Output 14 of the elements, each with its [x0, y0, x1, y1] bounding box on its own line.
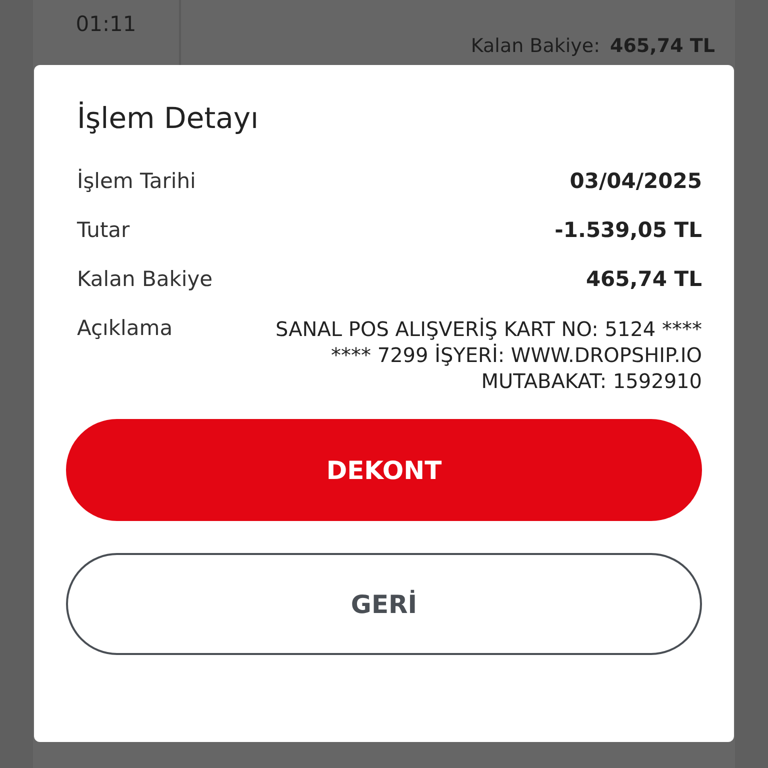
detail-value: 03/04/2025: [570, 169, 702, 193]
balance-value: 465,74 TL: [610, 35, 715, 57]
detail-value: SANAL POS ALIŞVERİŞ KART NO: 5124 **** **** 7299 İŞYERİ: WWW.DROPSHIP.IO MUTABAKAT: 1592910: [274, 316, 702, 394]
balance-label: Kalan Bakiye:: [470, 35, 600, 57]
back-button[interactable]: GERİ: [66, 553, 702, 655]
detail-label: Tutar: [77, 218, 130, 242]
dialog-title: İşlem Detayı: [77, 101, 260, 135]
detail-value: 465,74 TL: [586, 267, 702, 291]
detail-label: Açıklama: [77, 316, 173, 342]
transaction-time: 01:11: [76, 12, 136, 38]
detail-value: -1.539,05 TL: [554, 218, 702, 242]
detail-label: Kalan Bakiye: [77, 267, 213, 291]
receipt-button[interactable]: DEKONT: [66, 419, 702, 521]
detail-label: İşlem Tarihi: [77, 169, 196, 193]
